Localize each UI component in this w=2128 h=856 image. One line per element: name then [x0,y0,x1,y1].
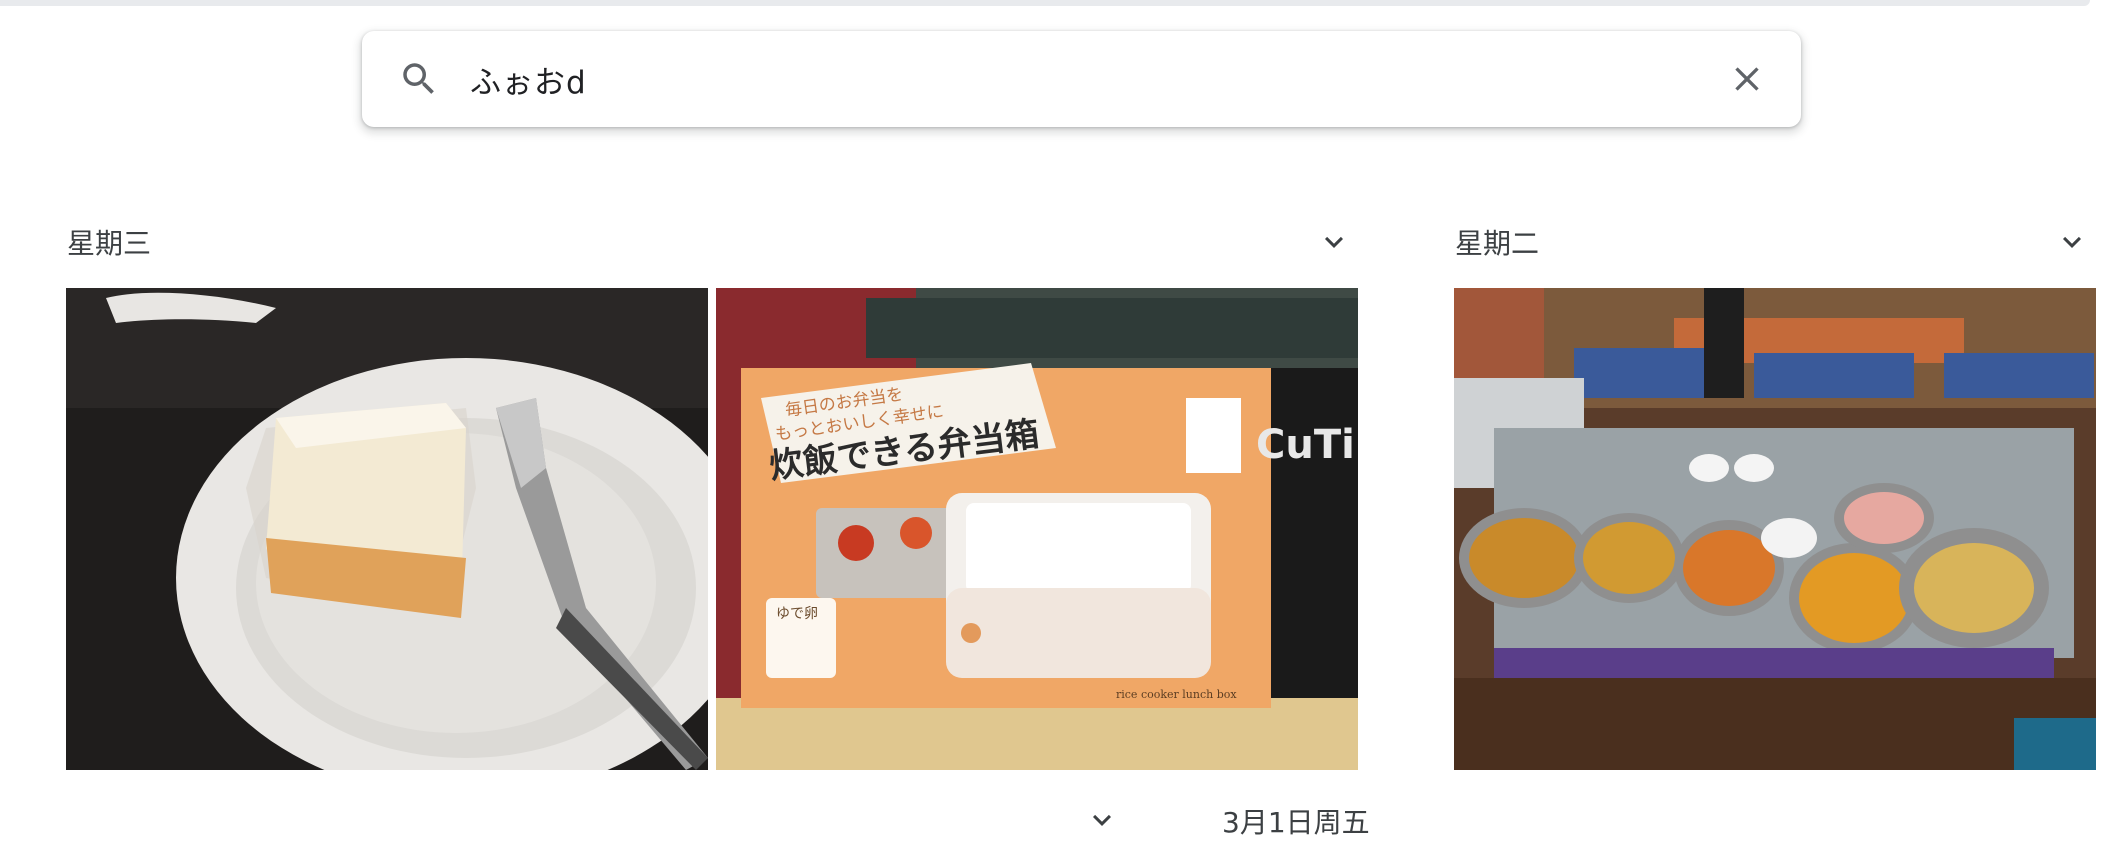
search-bar[interactable] [362,31,1801,127]
photo-rice-cooker-lunch-box[interactable]: ゆで卵 毎日のお弁当を もっとおいしく幸せに 炊飯できる弁当箱 CuTi ric… [716,288,1358,770]
date-header-march-1-friday: 3月1日周五 [1222,806,1370,839]
date-header-tuesday: 星期二 [1455,227,1540,260]
photo-cheesecake[interactable] [66,288,708,770]
close-icon [1735,67,1759,91]
date-header-wednesday: 星期三 [67,227,152,260]
package-brand: CuTi [1256,422,1355,468]
search-icon[interactable] [398,58,440,100]
chevron-down-icon[interactable] [1084,802,1120,838]
photo-curry-buffet[interactable] [1454,288,2096,770]
chevron-down-icon[interactable] [2054,224,2090,260]
clear-search-button[interactable] [1719,51,1775,107]
browser-top-strip [0,0,2090,6]
egg-label: ゆで卵 [776,606,818,622]
search-input[interactable] [470,49,1650,109]
chevron-down-icon[interactable] [1316,224,1352,260]
package-product-en: rice cooker lunch box [1116,688,1237,701]
